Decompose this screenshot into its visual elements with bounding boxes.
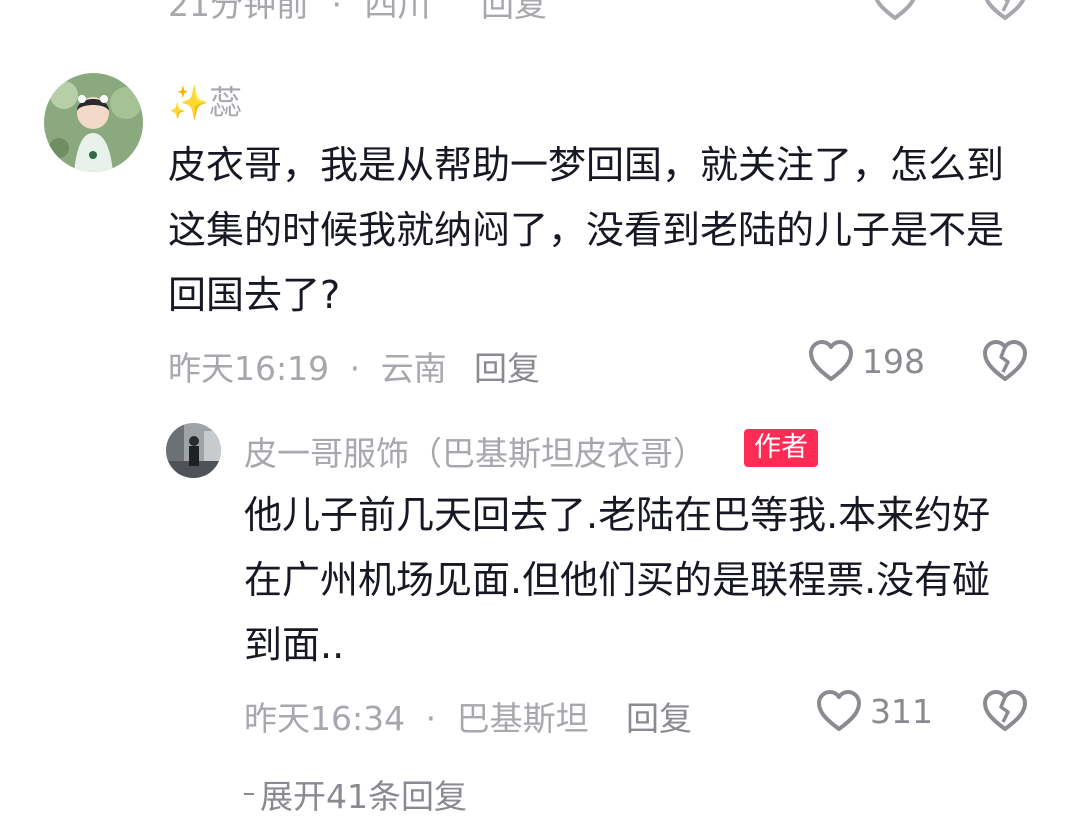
author-badge: 作者 bbox=[744, 429, 818, 467]
broken-heart-icon[interactable] bbox=[982, 0, 1028, 22]
prev-reply-button[interactable]: 回复 bbox=[481, 0, 547, 24]
comment-text: 皮衣哥，我是从帮助一梦回国，就关注了，怎么到这集的时候我就纳闷了，没看到老陆的儿… bbox=[168, 143, 1005, 317]
comment-like-count: 198 bbox=[862, 342, 925, 381]
comment-location: 云南 bbox=[380, 349, 447, 388]
heart-outline-icon[interactable] bbox=[808, 339, 854, 383]
divider bbox=[244, 793, 254, 795]
reply-avatar[interactable] bbox=[166, 423, 221, 478]
reply-reply-button[interactable]: 回复 bbox=[626, 692, 692, 740]
reply-like-count: 311 bbox=[870, 692, 933, 731]
prev-comment-time: 21分钟前 bbox=[168, 0, 309, 24]
prev-comment-meta: 21分钟前 · 四川 回复 bbox=[168, 0, 547, 26]
expand-replies-label: 展开41条回复 bbox=[260, 777, 467, 816]
heart-outline-icon[interactable] bbox=[872, 0, 918, 22]
prev-comment-location: 四川 bbox=[364, 0, 431, 24]
reply-time: 昨天16:34 bbox=[244, 699, 406, 738]
avatar[interactable] bbox=[44, 73, 143, 172]
heart-outline-icon[interactable] bbox=[816, 689, 862, 733]
broken-heart-icon[interactable] bbox=[982, 689, 1028, 733]
reply-text: 他儿子前几天回去了.老陆在巴等我.本来约好在广州机场见面.但他们买的是联程票.没… bbox=[244, 493, 991, 667]
reply-location: 巴基斯坦 bbox=[456, 699, 589, 738]
comment-meta: 昨天16:19 · 云南 bbox=[168, 349, 447, 388]
broken-heart-icon[interactable] bbox=[982, 339, 1028, 383]
expand-replies-button[interactable]: 展开41条回复 bbox=[244, 770, 467, 818]
reply-username[interactable]: 皮一哥服饰（巴基斯坦皮衣哥） bbox=[244, 427, 706, 475]
comment-username[interactable]: ✨蕊 bbox=[168, 76, 242, 124]
comment-reply-button[interactable]: 回复 bbox=[474, 342, 540, 390]
reply-meta: 昨天16:34 · 巴基斯坦 bbox=[244, 699, 589, 738]
comment-time: 昨天16:19 bbox=[168, 349, 330, 388]
